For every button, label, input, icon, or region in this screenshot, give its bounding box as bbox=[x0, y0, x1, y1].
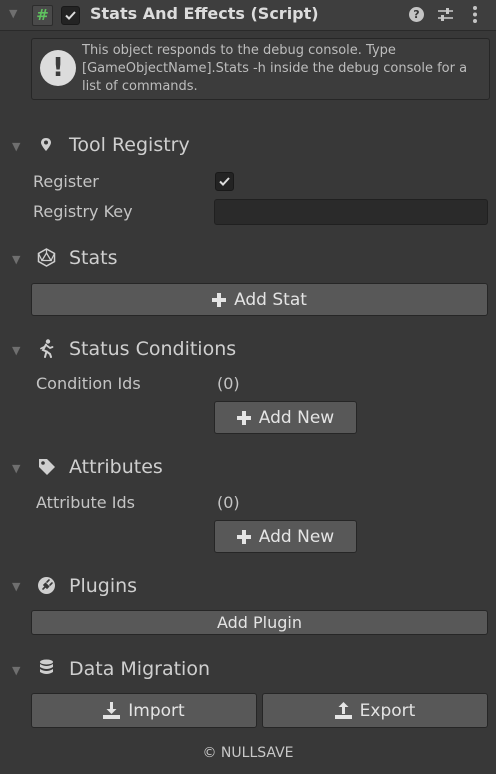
add-condition-button[interactable]: Add New bbox=[214, 401, 357, 434]
add-stat-button[interactable]: Add Stat bbox=[31, 283, 488, 316]
condition-ids-count: (0) bbox=[217, 374, 240, 393]
export-button[interactable]: Export bbox=[262, 693, 488, 728]
database-icon bbox=[40, 659, 53, 674]
component-enabled-checkbox[interactable] bbox=[61, 6, 80, 25]
preset-settings-icon[interactable] bbox=[437, 6, 454, 23]
attribute-ids-label: Attribute Ids bbox=[36, 493, 135, 512]
running-person-icon bbox=[40, 339, 54, 358]
plus-icon bbox=[236, 529, 251, 544]
d20-dice-icon bbox=[37, 248, 56, 267]
help-box: ! This object responds to the debug cons… bbox=[31, 38, 490, 100]
stats-foldout-icon[interactable]: ▼ bbox=[12, 253, 20, 266]
copyright-footer: © NULLSAVE bbox=[202, 745, 294, 761]
tool-registry-foldout-icon[interactable]: ▼ bbox=[12, 140, 20, 153]
plugins-foldout-icon[interactable]: ▼ bbox=[12, 580, 20, 593]
add-attribute-button[interactable]: Add New bbox=[214, 520, 357, 553]
register-checkbox[interactable] bbox=[215, 172, 234, 191]
attributes-title: Attributes bbox=[69, 456, 163, 478]
tool-registry-title: Tool Registry bbox=[69, 134, 190, 156]
script-icon: # bbox=[32, 5, 53, 26]
stats-title: Stats bbox=[69, 247, 118, 269]
info-exclamation-icon: ! bbox=[40, 50, 76, 86]
registry-key-label: Registry Key bbox=[33, 202, 133, 221]
status-conditions-foldout-icon[interactable]: ▼ bbox=[12, 344, 20, 357]
add-condition-label: Add New bbox=[258, 407, 335, 428]
component-title: Stats And Effects (Script) bbox=[90, 4, 319, 23]
help-message: This object responds to the debug consol… bbox=[82, 43, 468, 94]
component-header: ▼ # Stats And Effects (Script) ? bbox=[0, 0, 496, 31]
more-options-icon[interactable] bbox=[472, 5, 478, 24]
help-icon[interactable]: ? bbox=[409, 7, 424, 22]
download-icon bbox=[103, 702, 121, 719]
attribute-ids-count: (0) bbox=[217, 493, 240, 512]
collapse-triangle-icon[interactable]: ▼ bbox=[9, 7, 17, 20]
add-stat-label: Add Stat bbox=[234, 289, 307, 310]
data-migration-title: Data Migration bbox=[69, 658, 210, 680]
add-attribute-label: Add New bbox=[258, 526, 335, 547]
tag-icon bbox=[39, 459, 55, 475]
status-conditions-title: Status Conditions bbox=[69, 338, 237, 360]
export-label: Export bbox=[359, 700, 416, 721]
import-label: Import bbox=[128, 700, 185, 721]
data-migration-foldout-icon[interactable]: ▼ bbox=[12, 664, 20, 677]
plugins-title: Plugins bbox=[69, 575, 138, 597]
plus-icon bbox=[236, 410, 251, 425]
import-button[interactable]: Import bbox=[31, 693, 257, 728]
upload-icon bbox=[334, 702, 352, 719]
register-label: Register bbox=[33, 172, 99, 191]
registry-key-input[interactable] bbox=[214, 199, 488, 225]
add-plugin-button[interactable]: Add Plugin bbox=[31, 610, 488, 635]
map-pin-icon bbox=[41, 138, 51, 151]
attributes-foldout-icon[interactable]: ▼ bbox=[12, 462, 20, 475]
condition-ids-label: Condition Ids bbox=[36, 374, 141, 393]
plus-icon bbox=[212, 292, 227, 307]
plug-icon bbox=[38, 577, 55, 594]
